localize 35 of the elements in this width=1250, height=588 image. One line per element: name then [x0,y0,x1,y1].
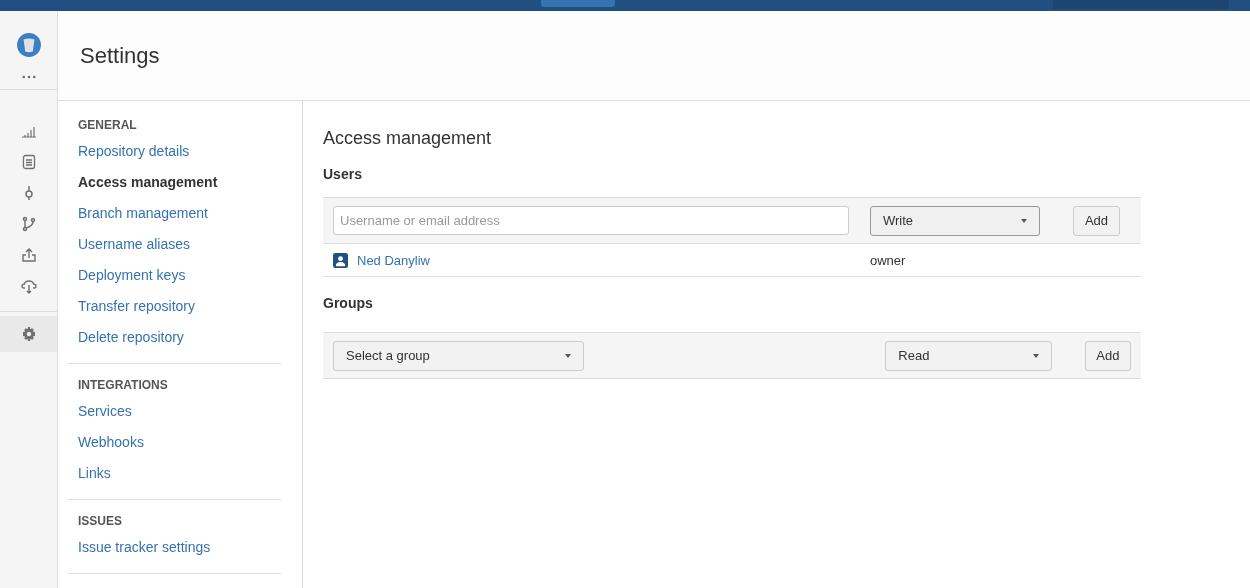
section-heading: ISSUES [78,513,123,530]
group-dropdown[interactable]: Select a group [333,340,585,371]
page-title: Settings [80,42,160,69]
add-button[interactable]: Add [1084,340,1131,371]
sidebar-link[interactable]: Username aliases [78,229,281,260]
sidebar-link[interactable]: Transfer repository [78,291,281,322]
sidebar-link[interactable]: Issue tracker settings [78,532,281,563]
sidebar-link[interactable]: Webhooks [78,427,281,458]
sidebar-link[interactable]: Links [78,458,281,489]
section-heading: INTEGRATIONS [78,377,169,394]
sidebar-link[interactable]: Delete repository [78,322,281,353]
sidebar-link[interactable]: Branch management [78,198,281,229]
user-role: owner [870,252,906,268]
users-heading: Users [323,166,363,182]
add-button[interactable]: Add [1073,205,1120,236]
repository-avatar-icon[interactable] [15,32,42,58]
user-icon [333,252,348,268]
permission-dropdown[interactable]: Read [885,340,1052,371]
username-field[interactable]: Username or email address [333,206,849,235]
user-link[interactable]: Ned Danyliw [357,252,430,268]
section-heading: GENERAL [78,117,138,134]
sidebar-link[interactable]: Repository details [78,136,281,167]
sidebar-link[interactable]: Services [78,396,281,427]
document-icon [20,153,37,170]
more-icon[interactable] [21,75,36,79]
groups-heading: Groups [323,295,374,311]
permission-dropdown[interactable]: Write [870,205,1040,236]
sidebar-link[interactable]: Access management [78,167,281,198]
cloud-download-icon [20,277,37,294]
upload-icon [20,246,37,263]
settings-icon [20,326,37,342]
sidebar-link[interactable]: Deployment keys [78,260,281,291]
rail-item[interactable] [0,316,57,352]
section-title: Access management [323,128,493,149]
branch-icon [20,215,37,232]
